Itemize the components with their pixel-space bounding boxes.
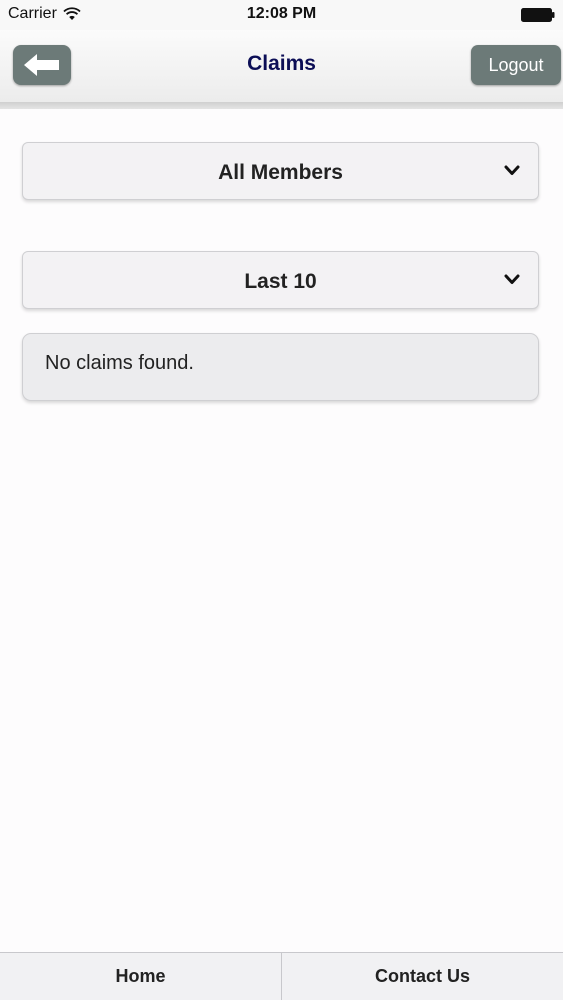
status-bar: Carrier 12:08 PM [0,0,563,30]
no-claims-message: No claims found. [45,352,194,374]
period-select-value: Last 10 [244,270,317,293]
chevron-down-icon [504,165,520,175]
claims-screen: Carrier 12:08 PM Claims Logout All Membe… [0,0,563,1000]
footer-contact-us-link[interactable]: Contact Us [281,953,563,1000]
footer-nav: Home Contact Us [0,952,563,1000]
header-divider [0,102,563,109]
logout-button[interactable]: Logout [471,45,561,85]
chevron-down-icon [504,274,520,284]
status-time: 12:08 PM [246,5,317,22]
footer-home-link[interactable]: Home [0,953,281,1000]
battery-icon [521,8,555,22]
navigation-bar: Claims Logout [0,30,563,102]
members-select[interactable]: All Members [22,142,539,200]
members-select-value: All Members [218,161,343,184]
no-results-panel: No claims found. [22,333,539,401]
period-select[interactable]: Last 10 [22,251,539,309]
